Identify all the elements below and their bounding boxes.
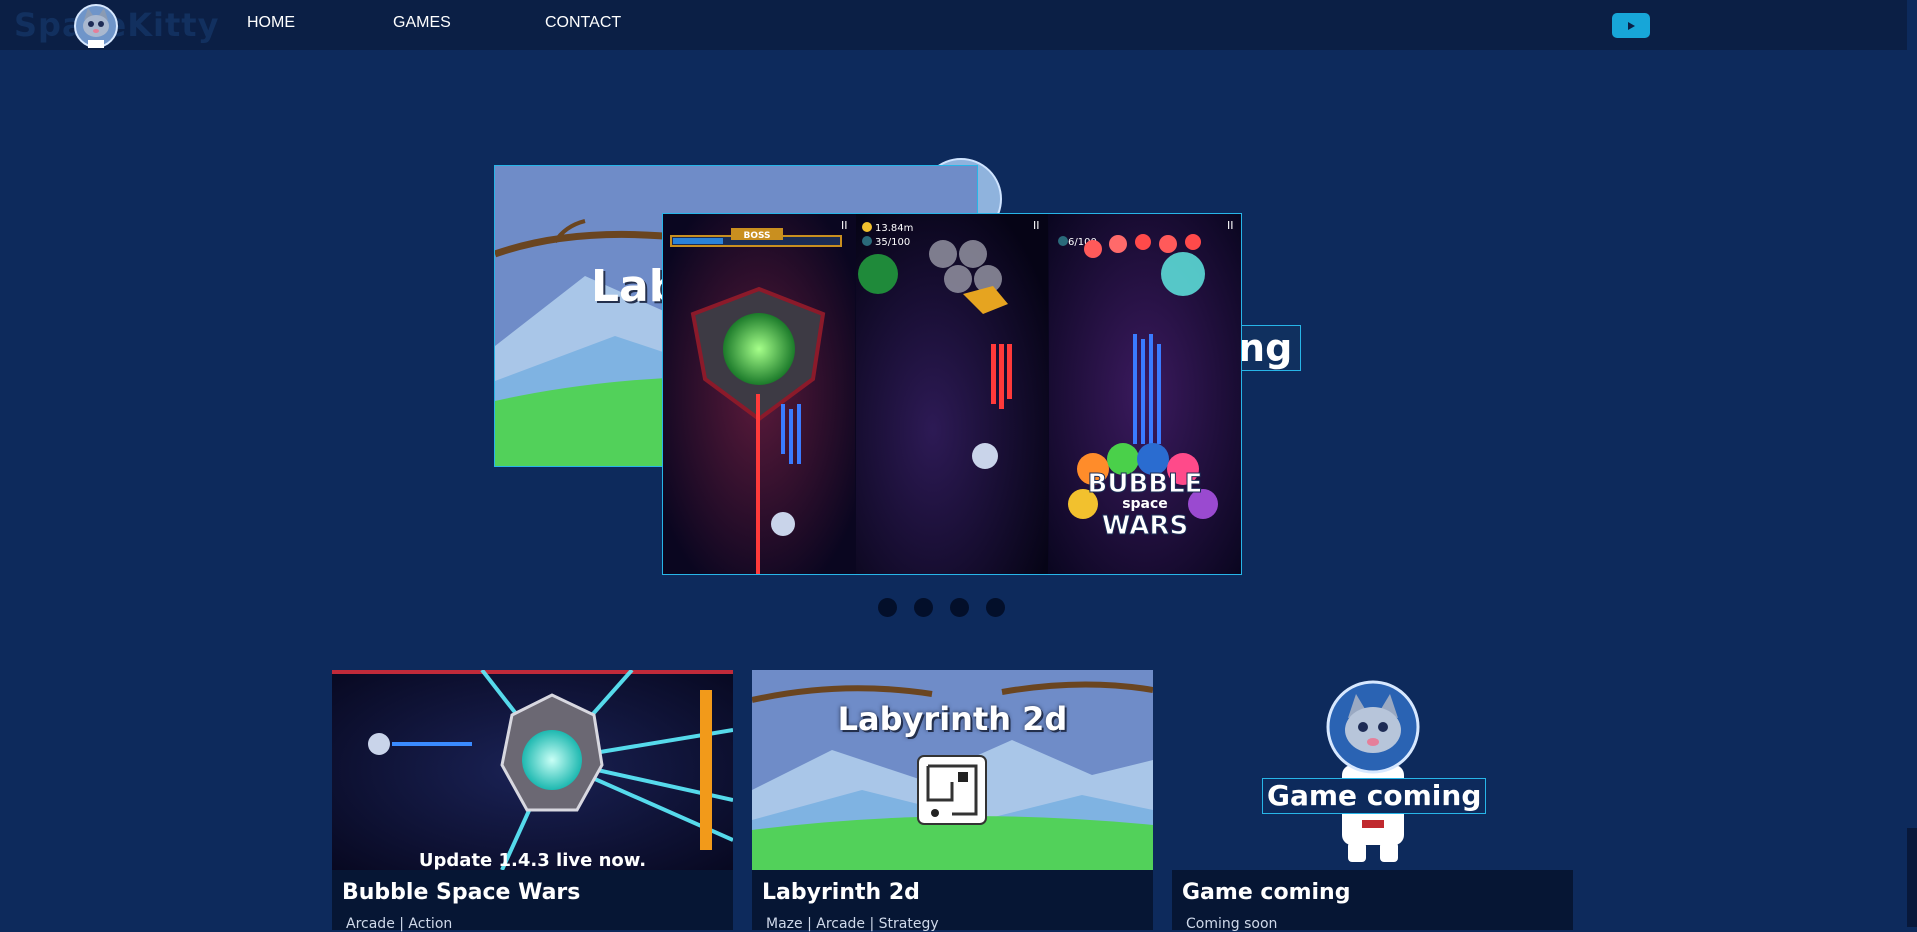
coming-thumbnail [1172,670,1573,870]
labyrinth-overlay-title: Labyrinth 2d [837,700,1068,738]
card-subtitle: Coming soon [1186,916,1278,932]
youtube-button[interactable] [1612,13,1650,38]
carousel-dot-1[interactable] [878,598,897,617]
bubble-space-wars-thumbnail [332,670,733,870]
game-coming-label: Game coming [1262,778,1487,814]
carousel-dot-3[interactable] [950,598,969,617]
scrollbar[interactable] [1907,828,1917,927]
carousel-slide-bubble-space-wars[interactable]: BOSS II 13.84m 35/100 II 6/100 BUBBLE sp… [662,213,1242,575]
card-title[interactable]: Game coming [1182,880,1350,905]
nav-contact-link[interactable]: CONTACT [545,14,621,32]
kitty-logo-icon[interactable] [72,2,120,50]
carousel-dots [878,598,1005,617]
carousel-dot-4[interactable] [986,598,1005,617]
play-icon [1628,21,1635,30]
card-title[interactable]: Bubble Space Wars [342,880,580,905]
panel2-coins: 13.84m [875,223,913,234]
top-navbar: SpaceKitty HOME GAMES CONTACT [0,0,1907,50]
labyrinth-thumbnail: Labyrinth 2d [752,670,1153,870]
svg-text:II: II [841,219,848,232]
update-notice: Update 1.4.3 live now. [418,850,647,871]
card-body: Labyrinth 2d Maze | Arcade | Strategy [752,870,1153,932]
game-card-labyrinth-2d[interactable]: Labyrinth 2d Labyrinth 2d Maze | Arcade … [752,670,1153,932]
boss-label: BOSS [743,231,770,241]
svg-text:II: II [1033,219,1040,232]
carousel-dot-2[interactable] [914,598,933,617]
card-subtitle: Maze | Arcade | Strategy [766,916,939,932]
game-card-bubble-space-wars[interactable]: Update 1.4.3 live now. Bubble Space Wars… [332,670,733,932]
logo-wars: WARS [1102,511,1188,541]
bubble-space-wars-screenshots: BOSS II 13.84m 35/100 II 6/100 BUBBLE sp… [663,214,1241,574]
nav-games-link[interactable]: GAMES [393,14,451,32]
logo-bubble: BUBBLE [1088,469,1203,499]
nav-home-link[interactable]: HOME [247,14,295,32]
card-body: Game coming Coming soon [1172,870,1573,932]
card-body: Bubble Space Wars Arcade | Action [332,870,733,932]
panel2-progress: 35/100 [875,237,910,248]
card-subtitle: Arcade | Action [346,916,453,932]
card-title[interactable]: Labyrinth 2d [762,880,920,905]
logo-space: space [1122,496,1168,512]
svg-text:II: II [1227,219,1234,232]
